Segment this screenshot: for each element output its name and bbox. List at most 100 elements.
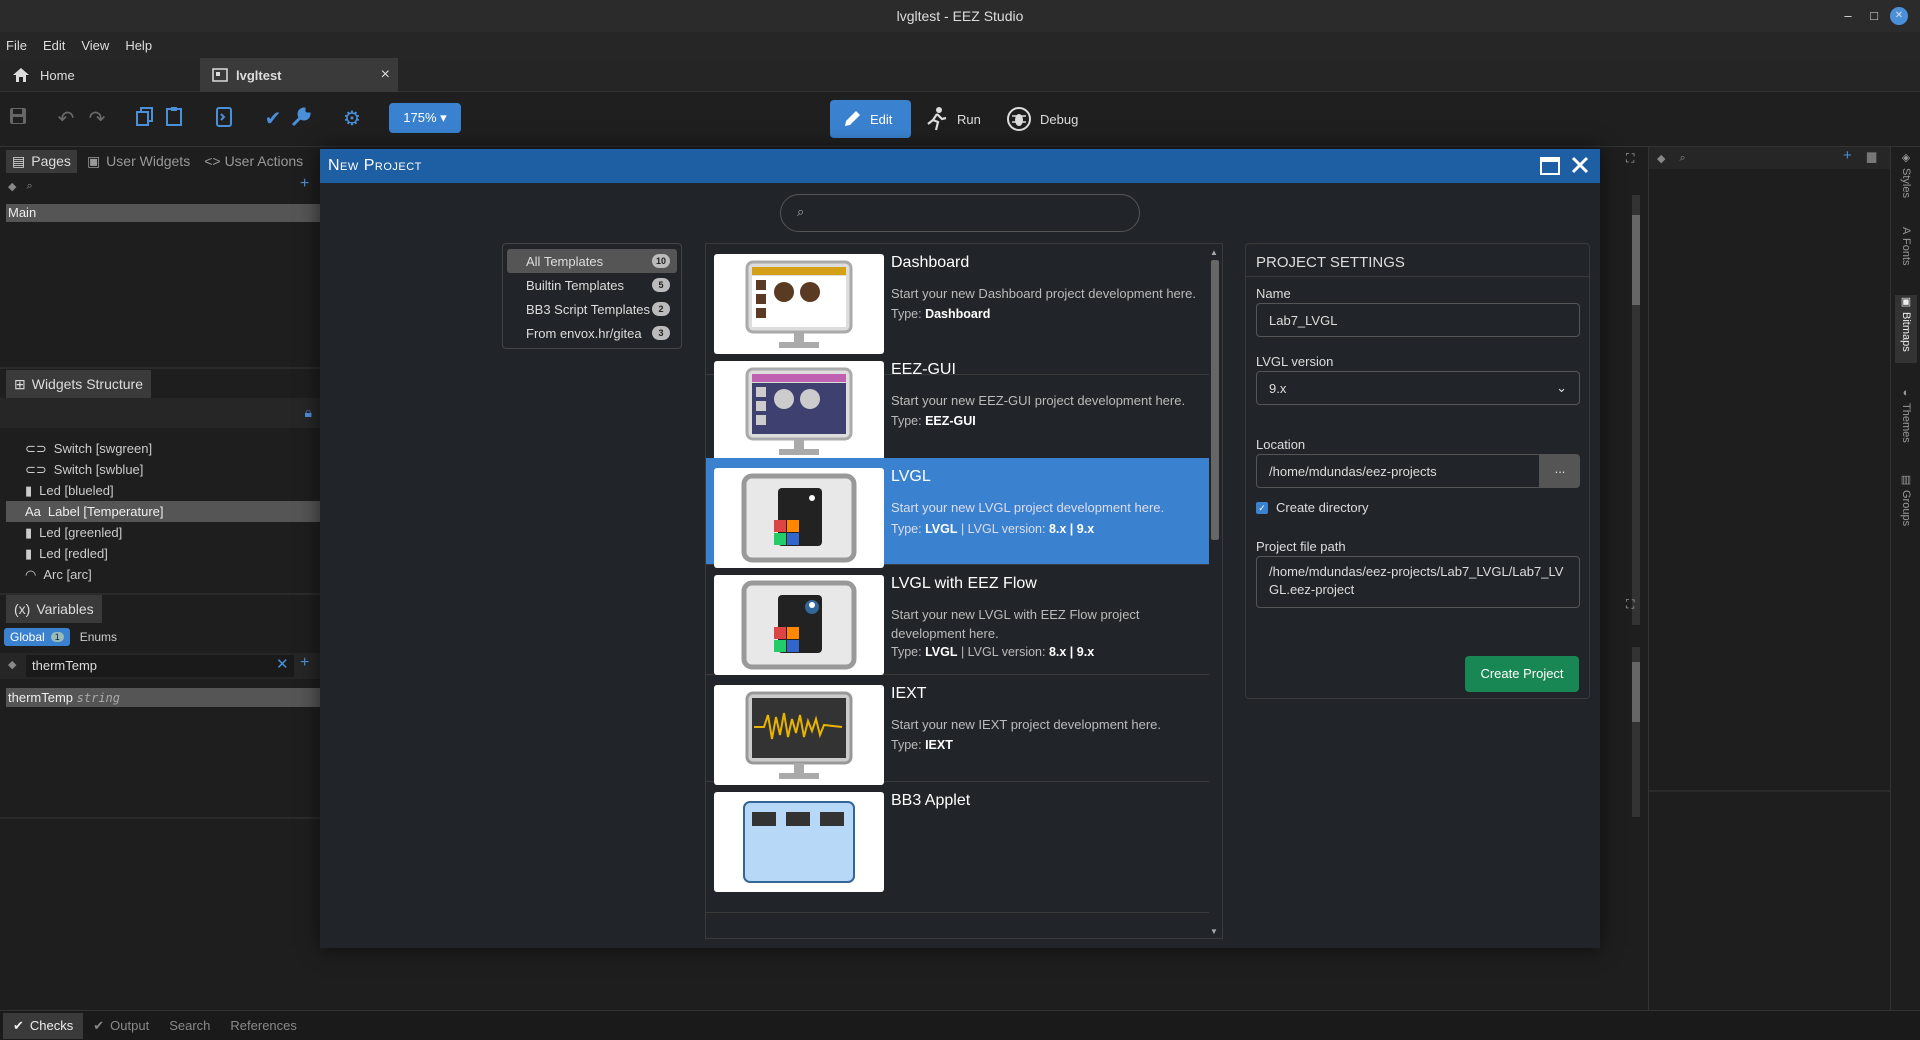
tab-global[interactable]: Global 1 bbox=[4, 628, 70, 646]
tab-user-widgets[interactable]: ▣ User Widgets bbox=[83, 150, 194, 173]
scrollbar[interactable] bbox=[1632, 647, 1640, 817]
close-window-button[interactable]: ✕ bbox=[1890, 7, 1908, 25]
run-mode-button[interactable]: Run bbox=[913, 100, 993, 138]
variable-row[interactable]: thermTemp string bbox=[6, 688, 320, 707]
component-icon[interactable] bbox=[211, 106, 237, 132]
widget-label: Switch [swgreen] bbox=[53, 441, 153, 456]
widget-item[interactable]: ▮ Led [greenled] bbox=[25, 522, 122, 543]
location-input[interactable]: /home/mdundas/eez-projects bbox=[1256, 454, 1540, 488]
variables-tab[interactable]: (x) Variables bbox=[6, 595, 102, 623]
menu-edit[interactable]: Edit bbox=[43, 38, 65, 53]
tab-checks[interactable]: ✔ Checks bbox=[3, 1012, 84, 1039]
add-page-icon[interactable]: + bbox=[300, 175, 309, 193]
template-search-input[interactable]: ⌕ bbox=[780, 194, 1140, 232]
sort-icon[interactable]: ◆ bbox=[8, 658, 16, 671]
tab-user-actions[interactable]: <> User Actions bbox=[200, 150, 307, 172]
lock-icon[interactable]: 🔒︎ bbox=[305, 404, 312, 421]
category-count: 5 bbox=[652, 278, 670, 292]
tab-groups[interactable]: ▥ Groups bbox=[1895, 473, 1917, 535]
template-name: EEZ-GUI bbox=[891, 361, 956, 378]
zoom-dropdown[interactable]: 175% ▾ bbox=[389, 103, 461, 133]
tab-project[interactable]: lvgltest × bbox=[200, 58, 398, 92]
redo-icon[interactable]: ↷ bbox=[84, 106, 110, 132]
pages-filter[interactable]: ◆ ⌕ bbox=[8, 175, 308, 197]
maximize-button[interactable]: □ bbox=[1862, 0, 1886, 32]
category-envox[interactable]: From envox.hr/gitea 3 bbox=[507, 321, 677, 345]
add-icon[interactable]: + bbox=[1843, 147, 1852, 164]
delete-icon[interactable]: ▆ bbox=[1867, 149, 1876, 163]
variables-filter-input[interactable]: thermTemp bbox=[26, 655, 294, 677]
menu-help[interactable]: Help bbox=[125, 38, 152, 53]
template-item[interactable]: IEXT Start your new IEXT project develop… bbox=[706, 675, 1209, 785]
tab-bitmaps[interactable]: ▣ Bitmaps bbox=[1895, 295, 1917, 363]
menu-view[interactable]: View bbox=[81, 38, 109, 53]
settings-title: PROJECT SETTINGS bbox=[1256, 254, 1405, 271]
project-name-input[interactable]: Lab7_LVGL bbox=[1256, 303, 1580, 337]
tab-fonts[interactable]: A Fonts bbox=[1895, 227, 1917, 283]
settings-icon[interactable]: ⚙ bbox=[339, 106, 365, 132]
widget-item-selected[interactable]: Aa Label [Temperature] bbox=[6, 501, 320, 522]
tab-home-label: Home bbox=[40, 67, 75, 83]
menu-file[interactable]: File bbox=[6, 38, 27, 53]
close-tab-icon[interactable]: × bbox=[381, 66, 390, 84]
tab-output[interactable]: ✔ Output bbox=[83, 1013, 159, 1039]
save-icon[interactable] bbox=[5, 106, 31, 132]
pages-icon: ▤ bbox=[12, 152, 26, 169]
template-item[interactable]: BB3 Applet bbox=[706, 782, 1209, 913]
widget-item[interactable]: ▮ Led [redled] bbox=[25, 543, 108, 564]
debug-mode-button[interactable]: Debug bbox=[994, 100, 1090, 138]
paste-icon[interactable] bbox=[161, 106, 187, 132]
tab-enums[interactable]: Enums bbox=[76, 628, 121, 646]
page-item[interactable]: Main bbox=[6, 204, 320, 222]
project-icon bbox=[212, 68, 228, 82]
widget-item[interactable]: ▮ Led [blueled] bbox=[25, 480, 114, 501]
tab-home[interactable]: Home bbox=[12, 58, 197, 92]
maximize-panel-icon[interactable]: ⛶ bbox=[1626, 151, 1634, 166]
clear-filter-icon[interactable]: ✕ bbox=[276, 655, 289, 673]
widgets-structure-tab[interactable]: ⊞ Widgets Structure bbox=[6, 370, 151, 398]
scrollbar[interactable] bbox=[1632, 195, 1640, 625]
dashboard-thumbnail bbox=[714, 254, 884, 354]
widget-item[interactable]: ⊂⊃ Switch [swblue] bbox=[25, 459, 143, 480]
add-variable-icon[interactable]: + bbox=[300, 654, 309, 672]
build-icon[interactable] bbox=[288, 106, 314, 132]
lvgl-flow-thumbnail bbox=[714, 575, 884, 675]
version-prefix: | LVGL version: bbox=[957, 522, 1049, 536]
widget-item[interactable]: ⊂⊃ Switch [swgreen] bbox=[25, 438, 152, 459]
maximize-dialog-icon[interactable] bbox=[1540, 157, 1560, 175]
tab-pages[interactable]: ▤ Pages bbox=[6, 149, 77, 173]
category-builtin[interactable]: Builtin Templates 5 bbox=[507, 273, 677, 297]
dialog-title: New Project bbox=[328, 157, 422, 174]
switch-icon: ⊂⊃ bbox=[25, 440, 47, 456]
template-list-scrollbar[interactable]: ▲ ▼ bbox=[1210, 248, 1220, 936]
category-all[interactable]: All Templates 10 bbox=[507, 249, 677, 273]
edit-mode-button[interactable]: Edit bbox=[830, 100, 911, 138]
template-item-selected[interactable]: LVGL Start your new LVGL project develop… bbox=[706, 458, 1209, 568]
maximize-panel-icon[interactable]: ⛶ bbox=[1626, 597, 1634, 612]
widget-item[interactable]: ◠ Arc [arc] bbox=[25, 564, 92, 585]
lvgl-version-select[interactable]: 9.x ⌄ bbox=[1256, 371, 1580, 405]
template-item[interactable]: LVGL with EEZ Flow Start your new LVGL w… bbox=[706, 565, 1209, 675]
tab-themes[interactable]: ◐ Themes bbox=[1895, 387, 1917, 453]
tab-styles-label: Styles bbox=[1900, 168, 1912, 198]
bitmaps-icon: ▣ bbox=[1899, 295, 1912, 308]
tab-styles[interactable]: ◈ Styles bbox=[1895, 151, 1917, 211]
sort-icon[interactable]: ◆ bbox=[8, 180, 16, 193]
check-icon[interactable]: ✔ bbox=[260, 106, 286, 132]
variable-type: string bbox=[76, 691, 121, 705]
create-project-button[interactable]: Create Project bbox=[1465, 656, 1579, 692]
undo-icon[interactable]: ↶ bbox=[53, 106, 79, 132]
close-dialog-icon[interactable] bbox=[1570, 155, 1590, 175]
minimize-button[interactable]: – bbox=[1836, 0, 1860, 32]
properties-filter[interactable]: ◆ ⌕ bbox=[1649, 147, 1891, 169]
template-type: Type: IEXT bbox=[891, 738, 953, 752]
tab-references[interactable]: References bbox=[220, 1013, 306, 1039]
widget-label: Led [redled] bbox=[39, 546, 108, 561]
template-type: Type: LVGL | LVGL version: 8.x | 9.x bbox=[891, 645, 1094, 659]
category-bb3[interactable]: BB3 Script Templates 2 bbox=[507, 297, 677, 321]
tab-search[interactable]: Search bbox=[159, 1013, 220, 1039]
sort-icon[interactable]: ◆ bbox=[1657, 152, 1665, 165]
copy-icon[interactable] bbox=[132, 106, 158, 132]
browse-location-button[interactable]: ... bbox=[1540, 454, 1580, 488]
create-directory-checkbox[interactable]: ✓ bbox=[1256, 501, 1268, 514]
